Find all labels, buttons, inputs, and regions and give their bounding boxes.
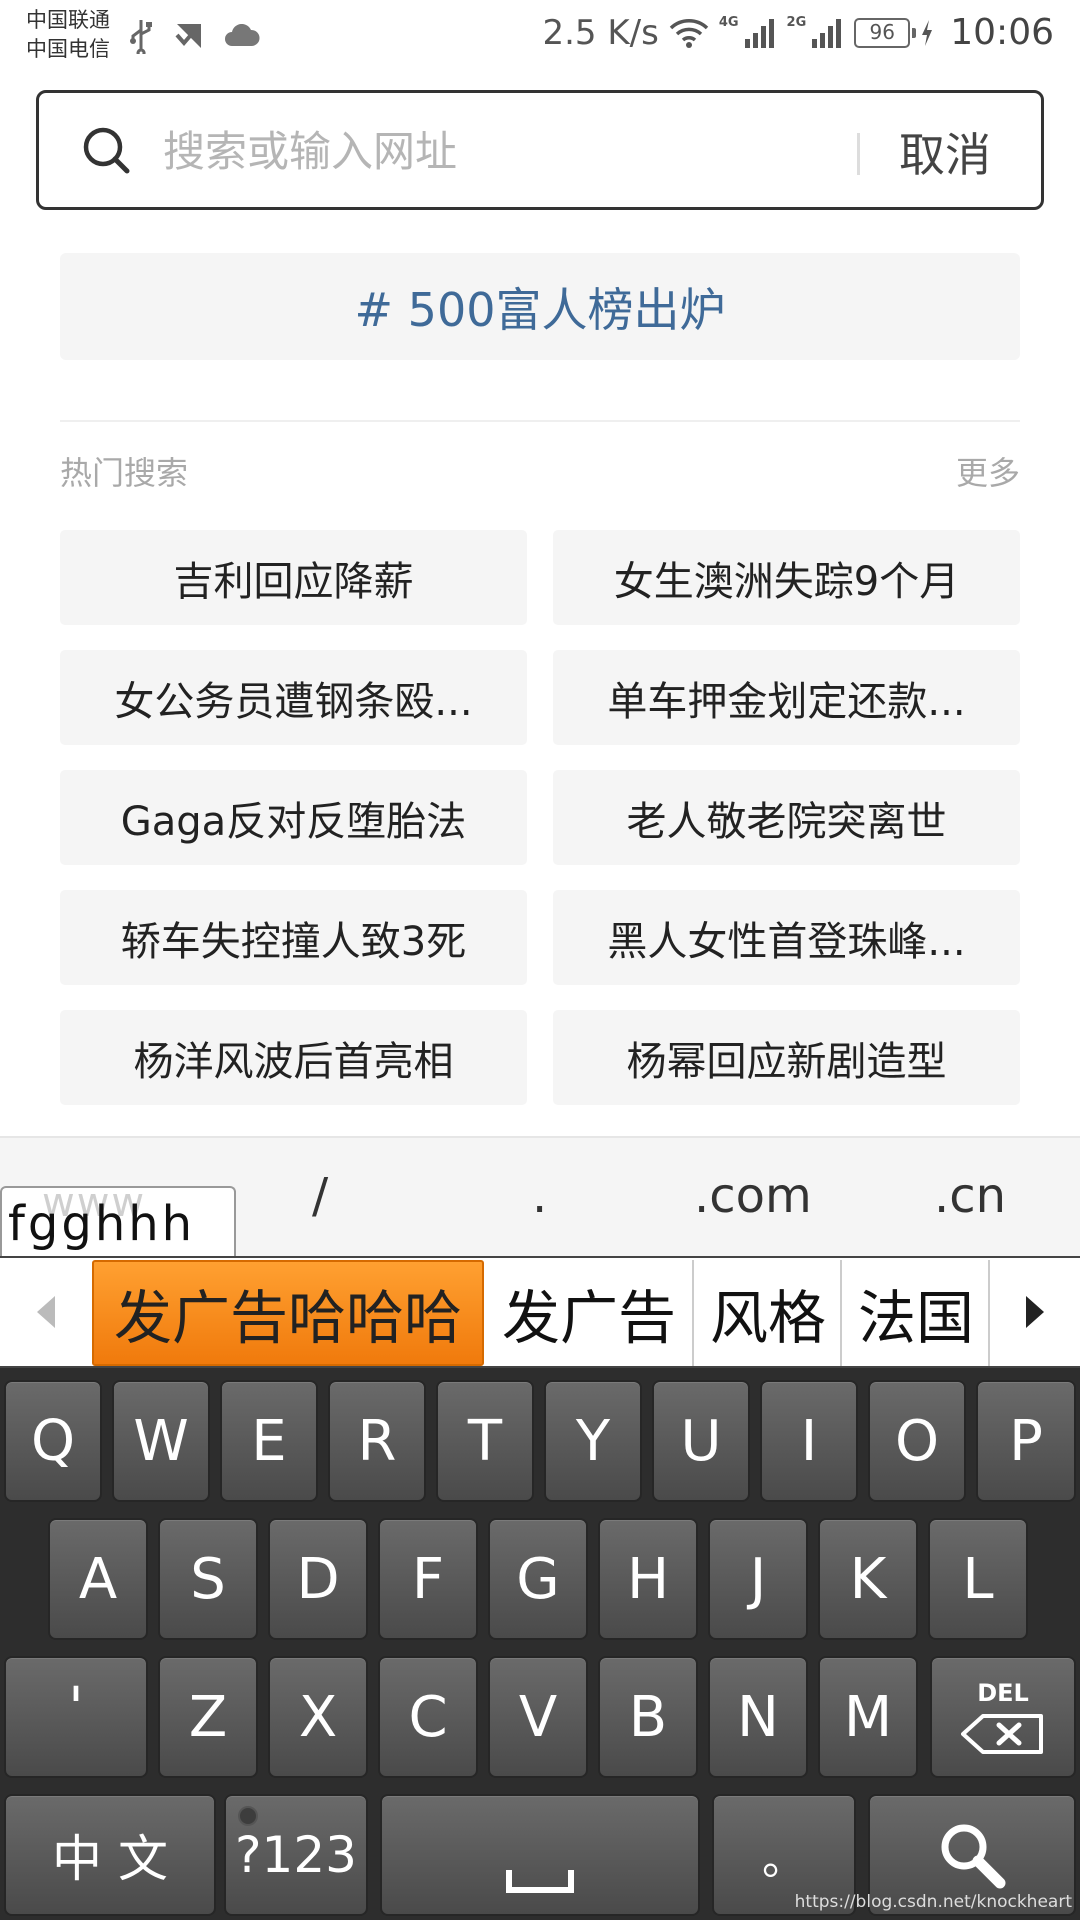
trending-banner[interactable]: # 500富人榜出炉 [60,253,1020,360]
carrier-2: 中国电信 [26,37,110,61]
candidate-bar: 发广告哈哈哈 发广告 风格 法国 [0,1256,1080,1368]
search-bar: 取消 [36,90,1044,210]
search-divider [857,133,860,175]
key-g[interactable]: G [488,1518,588,1640]
scroll-left-icon[interactable] [0,1258,92,1366]
signal-icon-2 [812,18,842,48]
key-y[interactable]: Y [544,1380,642,1502]
carrier-names: 中国联通 中国电信 [26,6,110,64]
network-2g-label: 2G [786,15,807,30]
com-shortcut[interactable]: .com [694,1168,812,1224]
space-bar-icon [506,1870,574,1893]
hot-search-item[interactable]: 杨洋风波后首亮相 [60,1010,527,1105]
candidate-item[interactable]: 发广告 [486,1260,694,1366]
hot-search-item[interactable]: 杨幂回应新剧造型 [553,1010,1020,1105]
hot-search-item[interactable]: 吉利回应降薪 [60,530,527,625]
key-q[interactable]: Q [4,1380,102,1502]
key-apostrophe[interactable]: ' [4,1656,148,1778]
cn-shortcut[interactable]: .cn [934,1168,1006,1224]
key-w[interactable]: W [112,1380,210,1502]
hot-search-item[interactable]: 女生澳洲失踪9个月 [553,530,1020,625]
settings-dot-icon [238,1806,258,1826]
hot-search-item[interactable]: 黑人女性首登珠峰... [553,890,1020,985]
cloud-icon [225,24,260,46]
soft-keyboard: Q W E R T Y U I O P A S D F G H J K L ' … [0,1368,1080,1920]
key-l[interactable]: L [928,1518,1028,1640]
clock: 10:06 [950,12,1054,53]
composing-text: fgghhh [8,1196,196,1252]
net-speed: 2.5 K/s [542,12,659,53]
search-key-icon [941,1824,1006,1889]
space-key[interactable] [380,1794,700,1916]
backspace-icon [961,1714,1043,1754]
more-link[interactable]: 更多 [956,448,1020,494]
hot-search-item[interactable]: Gaga反对反堕胎法 [60,770,527,865]
hot-search-item[interactable]: 女公务员遭钢条殴... [60,650,527,745]
language-switch-key[interactable]: 中 文 [4,1794,216,1916]
usb-icon [130,20,152,54]
hot-search-grid: 吉利回应降薪 女生澳洲失踪9个月 女公务员遭钢条殴... 单车押金划定还款...… [60,530,1020,1105]
status-right: 2.5 K/s 4G 2G 96 10:06 [542,12,1054,53]
key-r[interactable]: R [328,1380,426,1502]
section-divider [60,420,1020,422]
dot-shortcut[interactable]: . [532,1168,547,1224]
hot-search-item[interactable]: 轿车失控撞人致3死 [60,890,527,985]
symbols-key-label: ?123 [235,1826,357,1884]
key-i[interactable]: I [760,1380,858,1502]
delete-key[interactable]: DEL [930,1656,1076,1778]
slash-shortcut[interactable]: / [312,1168,328,1224]
composing-popup: www fgghhh [0,1180,236,1256]
hot-search-item[interactable]: 老人敬老院突离世 [553,770,1020,865]
key-d[interactable]: D [268,1518,368,1640]
key-j[interactable]: J [708,1518,808,1640]
key-v[interactable]: V [488,1656,588,1778]
hot-search-item[interactable]: 单车押金划定还款... [553,650,1020,745]
signal-icon [744,18,774,48]
key-h[interactable]: H [598,1518,698,1640]
key-s[interactable]: S [158,1518,258,1640]
symbols-key[interactable]: ?123 [224,1794,368,1916]
key-p[interactable]: P [976,1380,1076,1502]
notification-icons [128,18,260,54]
watermark: https://blog.csdn.net/knockheart [794,1892,1072,1912]
candidate-item[interactable]: 法国 [844,1260,990,1366]
task-check-icon [175,24,201,48]
key-u[interactable]: U [652,1380,750,1502]
network-4g-label: 4G [718,15,739,30]
scroll-right-icon[interactable] [990,1258,1080,1366]
key-z[interactable]: Z [158,1656,258,1778]
candidate-selected[interactable]: 发广告哈哈哈 [92,1260,484,1366]
key-m[interactable]: M [818,1656,918,1778]
key-o[interactable]: O [868,1380,966,1502]
key-x[interactable]: X [268,1656,368,1778]
key-f[interactable]: F [378,1518,478,1640]
key-b[interactable]: B [598,1656,698,1778]
search-icon [83,127,130,174]
hot-search-title: 热门搜索 [60,454,189,492]
key-a[interactable]: A [48,1518,148,1640]
battery-level: 96 [869,19,895,44]
charging-icon [922,19,933,46]
delete-key-label: DEL [977,1679,1029,1707]
wifi-icon [669,18,709,48]
cancel-button[interactable]: 取消 [899,119,991,185]
key-e[interactable]: E [220,1380,318,1502]
search-input[interactable] [163,121,863,181]
battery-icon: 96 [854,17,917,48]
status-bar: 中国联通 中国电信 2.5 K/s 4G 2G 96 10:06 [0,0,1080,76]
key-n[interactable]: N [708,1656,808,1778]
key-k[interactable]: K [818,1518,918,1640]
key-c[interactable]: C [378,1656,478,1778]
carrier-1: 中国联通 [26,8,110,32]
candidate-item[interactable]: 风格 [696,1260,842,1366]
key-t[interactable]: T [436,1380,534,1502]
